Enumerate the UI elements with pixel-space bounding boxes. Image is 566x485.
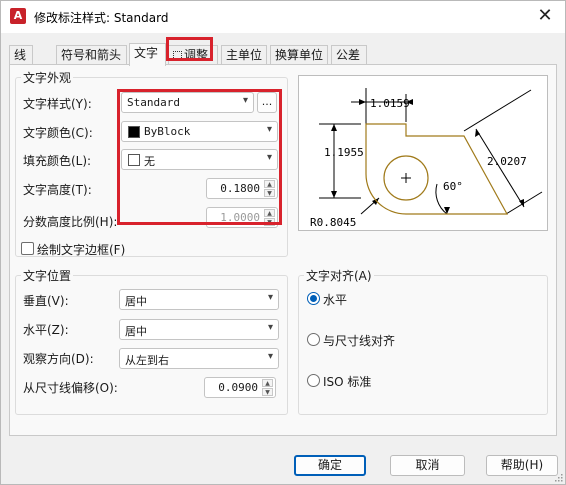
align-iso-radio[interactable] (307, 374, 320, 387)
autocad-app-icon: A (10, 8, 26, 24)
tab-alternate-units[interactable]: 换算单位 (270, 45, 328, 65)
text-alignment-title: 文字对齐(A) (304, 267, 374, 284)
draw-frame-checkbox[interactable] (21, 242, 34, 255)
text-color-label: 文字颜色(C): (23, 126, 93, 140)
dialog-window: A 修改标注样式: Standard ✕ 线 符号和箭头 文字 调整 主单位 换… (0, 0, 566, 485)
fill-color-label: 填充颜色(L): (23, 154, 92, 168)
view-direction-select[interactable]: 从左到右 ▾ (119, 348, 279, 369)
chevron-down-icon: ▾ (267, 351, 273, 362)
spin-down-icon[interactable]: ▼ (262, 388, 273, 396)
cancel-button[interactable]: 取消 (390, 455, 465, 476)
dimension-preview-image: 1.0159 1.1955 2.0207 60° R0.8045 (310, 88, 543, 229)
text-height-label: 文字高度(T): (23, 183, 92, 197)
draw-frame-label: 绘制文字边框(F) (37, 243, 126, 257)
text-appearance-title: 文字外观 (21, 69, 74, 86)
tab-text[interactable]: 文字 (129, 43, 166, 66)
align-dimension-line-radio[interactable] (307, 333, 320, 346)
align-horizontal-label: 水平 (323, 293, 348, 307)
align-dimension-line-label: 与尺寸线对齐 (323, 334, 396, 348)
chevron-down-icon: ▾ (267, 322, 273, 333)
highlight-text-settings (117, 89, 282, 225)
preview-pane: 1.0159 1.1955 2.0207 60° R0.8045 (298, 75, 548, 231)
offset-spinner[interactable]: 0.0900 ▲ ▼ (204, 377, 276, 398)
horizontal-label: 水平(Z): (23, 323, 69, 337)
preview-dim-right: 2.0207 (487, 155, 527, 168)
view-direction-label: 观察方向(D): (23, 352, 94, 366)
close-icon[interactable]: ✕ (535, 5, 555, 27)
vertical-select[interactable]: 居中 ▾ (119, 289, 279, 310)
tab-symbols-arrows[interactable]: 符号和箭头 (56, 45, 127, 65)
align-horizontal-radio[interactable] (307, 292, 320, 305)
title-bar: A 修改标注样式: Standard ✕ (1, 1, 565, 33)
horizontal-select[interactable]: 居中 ▾ (119, 319, 279, 340)
ok-button[interactable]: 确定 (294, 455, 366, 476)
dialog-title: 修改标注样式: Standard (34, 11, 169, 25)
highlight-fit-tab (166, 37, 213, 61)
text-style-label: 文字样式(Y): (23, 97, 92, 111)
fraction-height-label: 分数高度比例(H): (23, 215, 118, 229)
preview-radius: R0.8045 (310, 216, 356, 229)
vertical-value: 居中 (125, 295, 147, 308)
text-placement-title: 文字位置 (21, 267, 74, 284)
offset-label: 从尺寸线偏移(O): (23, 381, 118, 395)
chevron-down-icon: ▾ (267, 292, 273, 303)
help-button[interactable]: 帮助(H) (486, 455, 558, 476)
preview-dim-left: 1.1955 (324, 146, 364, 159)
vertical-label: 垂直(V): (23, 294, 69, 308)
tab-lines[interactable]: 线 (9, 45, 33, 65)
tab-tolerances[interactable]: 公差 (331, 45, 367, 65)
tab-strip: 线 符号和箭头 文字 调整 主单位 换算单位 公差 (9, 43, 559, 66)
view-direction-value: 从左到右 (125, 354, 169, 367)
spin-up-icon[interactable]: ▲ (262, 379, 273, 387)
offset-value: 0.0900 (218, 381, 258, 394)
preview-dim-top: 1.0159 (370, 97, 410, 110)
align-iso-label: ISO 标准 (323, 375, 372, 389)
preview-angle: 60° (443, 180, 463, 193)
horizontal-value: 居中 (125, 325, 147, 338)
tab-primary-units[interactable]: 主单位 (221, 45, 267, 65)
resize-grip-icon[interactable] (553, 472, 563, 482)
